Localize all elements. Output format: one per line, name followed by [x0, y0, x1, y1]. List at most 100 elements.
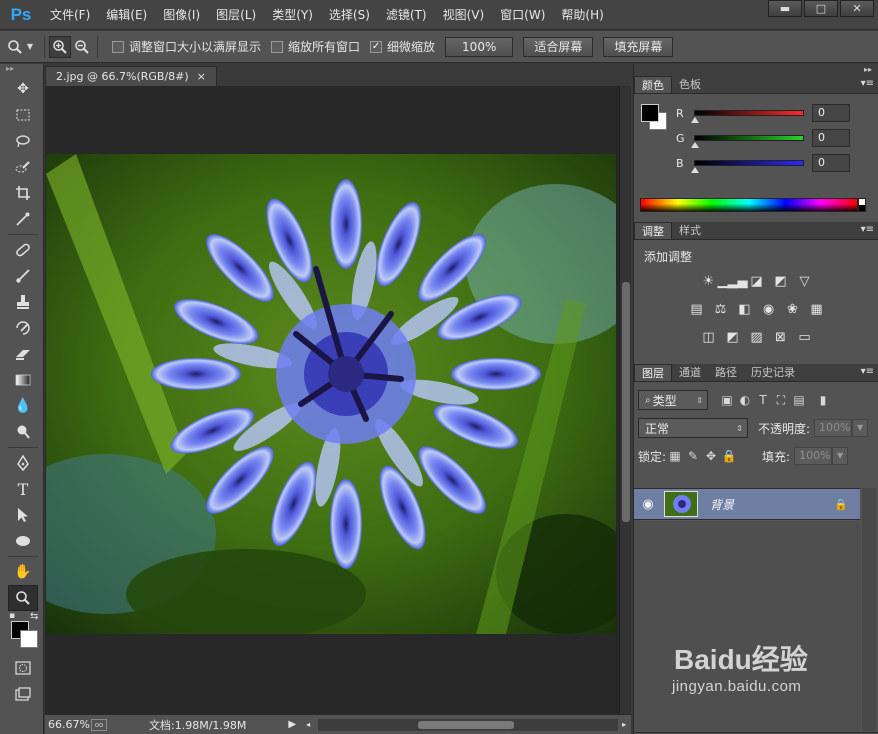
opacity-field[interactable]: 100%	[814, 419, 853, 437]
scroll-left-icon[interactable]: ◂	[306, 720, 310, 729]
panel-menu-icon[interactable]: ▾≡	[861, 224, 874, 235]
layer-row-background[interactable]: ◉ 背景 🔒	[634, 488, 860, 520]
move-tool[interactable]: ✥	[8, 76, 38, 102]
opacity-dropdown-icon[interactable]: ▼	[852, 419, 869, 437]
color-swatches[interactable]: ▪ ⇆	[6, 611, 42, 655]
horizontal-scrollbar[interactable]	[318, 718, 619, 731]
tab-history[interactable]: 历史记录	[744, 364, 802, 381]
lock-image-icon[interactable]: ✎	[684, 447, 702, 465]
eyedropper-tool[interactable]	[8, 206, 38, 232]
green-value[interactable]: 0	[812, 129, 850, 147]
document-image[interactable]	[46, 154, 616, 634]
selective-color-icon[interactable]: ⊠	[772, 328, 790, 346]
invert-icon[interactable]: ◫	[700, 328, 718, 346]
menu-select[interactable]: 选择(S)	[321, 0, 378, 30]
filter-smart-object-icon[interactable]: ▤	[790, 391, 808, 409]
status-menu-arrow-icon[interactable]: ▶	[288, 719, 296, 730]
fit-screen-button[interactable]: 适合屏幕	[523, 36, 594, 57]
black-white-icon[interactable]: ◧	[736, 300, 754, 318]
background-color[interactable]	[20, 630, 38, 648]
photo-filter-icon[interactable]: ◉	[760, 300, 778, 318]
exposure-icon[interactable]: ◩	[772, 272, 790, 290]
maximize-button[interactable]: □	[804, 0, 838, 17]
menu-view[interactable]: 视图(V)	[435, 0, 493, 30]
tab-color[interactable]: 颜色	[634, 76, 672, 93]
zoom-all-windows-checkbox[interactable]: 缩放所有窗口	[271, 38, 360, 55]
canvas[interactable]	[45, 86, 619, 714]
resize-windows-checkbox[interactable]: 调整窗口大小以满屏显示	[112, 38, 261, 55]
posterize-icon[interactable]: ◩	[724, 328, 742, 346]
swap-colors-icon[interactable]: ⇆	[30, 611, 38, 622]
filter-shape-icon[interactable]: ⛶	[772, 391, 790, 409]
fill-dropdown-icon[interactable]: ▼	[832, 447, 849, 465]
screen-mode-button[interactable]	[8, 681, 38, 707]
menu-edit[interactable]: 编辑(E)	[98, 0, 155, 30]
filter-type-icon[interactable]: T	[754, 391, 772, 409]
filter-pixel-icon[interactable]: ▣	[718, 391, 736, 409]
clone-stamp-tool[interactable]	[8, 289, 38, 315]
blur-tool[interactable]: 💧	[8, 393, 38, 419]
menu-type[interactable]: 类型(Y)	[264, 0, 321, 30]
filter-toggle-icon[interactable]: ▮	[814, 391, 832, 409]
brightness-icon[interactable]: ☀	[700, 272, 718, 290]
menu-file[interactable]: 文件(F)	[42, 0, 98, 30]
tab-channels[interactable]: 通道	[672, 364, 708, 381]
menu-image[interactable]: 图像(I)	[155, 0, 208, 30]
tab-paths[interactable]: 路径	[708, 364, 744, 381]
channel-mixer-icon[interactable]: ❀	[784, 300, 802, 318]
menu-window[interactable]: 窗口(W)	[492, 0, 553, 30]
lock-position-icon[interactable]: ✥	[702, 447, 720, 465]
brush-tool[interactable]	[8, 263, 38, 289]
panel-collapse-icon[interactable]: ▸▸	[634, 64, 878, 76]
zoom-tool[interactable]	[8, 585, 38, 611]
dodge-tool[interactable]	[8, 419, 38, 445]
path-selection-tool[interactable]	[8, 502, 38, 528]
threshold-icon[interactable]: ▨	[748, 328, 766, 346]
scroll-right-icon[interactable]: ▸	[622, 720, 626, 729]
panel-collapse-icon[interactable]: ▸▸	[0, 64, 43, 76]
vibrance-icon[interactable]: ▽	[796, 272, 814, 290]
layers-scrollbar[interactable]	[862, 488, 876, 731]
fill-screen-button[interactable]: 填充屏幕	[603, 36, 674, 57]
panel-menu-icon[interactable]: ▾≡	[861, 366, 874, 377]
slider-thumb-icon[interactable]	[691, 117, 699, 123]
layer-name[interactable]: 背景	[710, 496, 734, 513]
gradient-tool[interactable]	[8, 367, 38, 393]
curves-icon[interactable]: ◪	[748, 272, 766, 290]
blue-slider[interactable]	[691, 160, 804, 173]
blend-mode-select[interactable]: 正常 ⇕	[638, 418, 748, 438]
lock-transparency-icon[interactable]: ▦	[666, 447, 684, 465]
quick-selection-tool[interactable]	[8, 154, 38, 180]
zoom-in-button[interactable]	[49, 35, 71, 58]
tool-preset-picker[interactable]: ▼	[0, 39, 40, 55]
lasso-tool[interactable]	[8, 128, 38, 154]
history-brush-tool[interactable]	[8, 315, 38, 341]
hue-saturation-icon[interactable]: ▤	[688, 300, 706, 318]
green-slider[interactable]	[691, 135, 804, 148]
tab-swatches[interactable]: 色板	[672, 76, 708, 93]
layer-filter-select[interactable]: ⌕ 类型 ⇕	[638, 390, 708, 410]
lock-all-icon[interactable]: 🔒	[720, 447, 738, 465]
panel-menu-icon[interactable]: ▾≡	[861, 78, 874, 89]
close-button[interactable]: ✕	[840, 0, 874, 17]
close-tab-icon[interactable]: ×	[197, 70, 206, 83]
quick-mask-button[interactable]	[8, 655, 38, 681]
pen-tool[interactable]	[8, 450, 38, 476]
hand-tool[interactable]: ✋	[8, 559, 38, 585]
gradient-map-icon[interactable]: ▭	[796, 328, 814, 346]
vertical-scrollbar[interactable]	[619, 86, 631, 714]
red-slider[interactable]	[691, 110, 804, 123]
tab-adjustments[interactable]: 调整	[634, 222, 672, 239]
minimize-button[interactable]: ▬	[768, 0, 802, 17]
menu-help[interactable]: 帮助(H)	[553, 0, 611, 30]
blue-value[interactable]: 0	[812, 154, 850, 172]
shape-tool[interactable]	[8, 528, 38, 554]
panel-foreground-swatch[interactable]	[641, 104, 659, 122]
color-lookup-icon[interactable]: ▦	[808, 300, 826, 318]
fill-field[interactable]: 100%	[794, 447, 833, 465]
zoom-out-button[interactable]	[71, 36, 93, 58]
slider-thumb-icon[interactable]	[691, 167, 699, 173]
eraser-tool[interactable]	[8, 341, 38, 367]
horizontal-scroll-thumb[interactable]	[418, 720, 515, 729]
scrubby-zoom-checkbox[interactable]: ✓ 细微缩放	[370, 38, 435, 55]
